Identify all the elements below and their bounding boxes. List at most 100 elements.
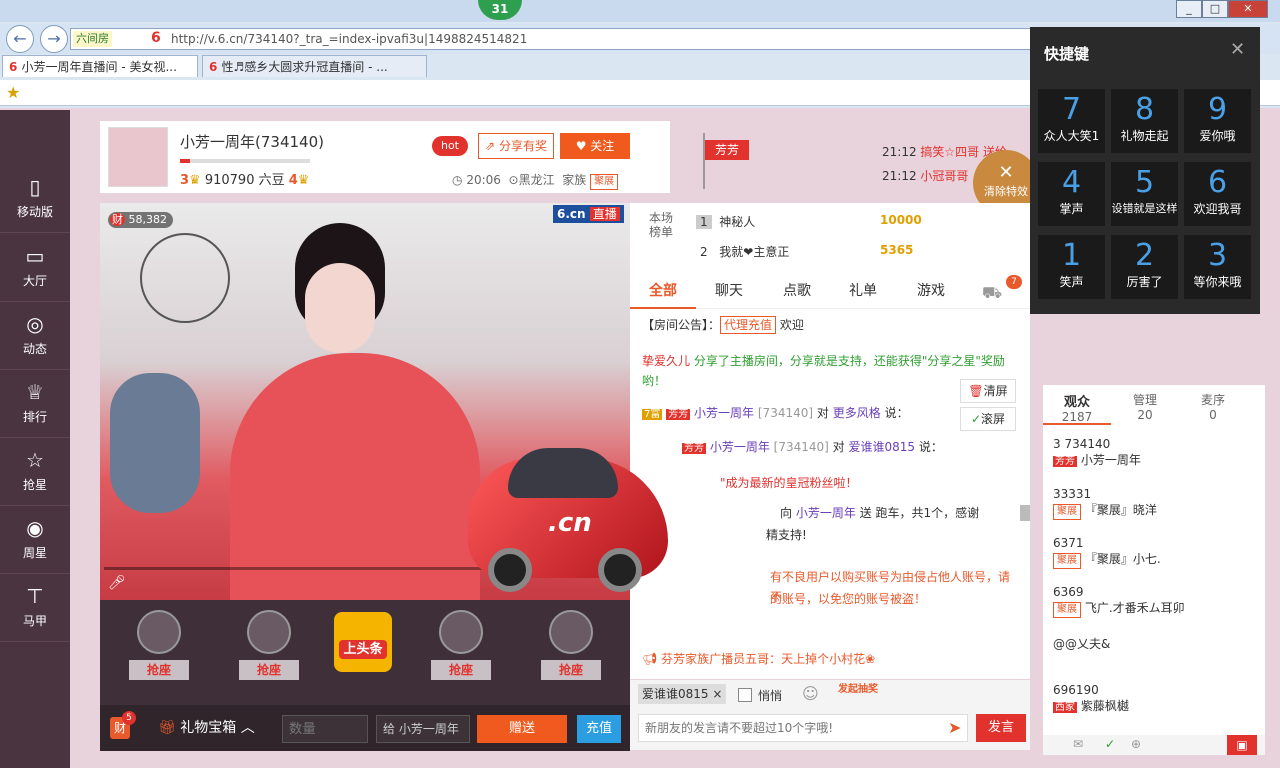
chat-area: 【房间公告】： 代理充值 欢迎 挚爱久儿 分享了主播房间，分享就是支持，还能获得"… bbox=[630, 309, 1030, 679]
hot-badge: hot bbox=[432, 136, 468, 156]
share-icon: ⇗ bbox=[485, 139, 496, 153]
back-button[interactable]: ← bbox=[6, 25, 34, 53]
clear-chat-button[interactable]: 🗑︎清屏 bbox=[960, 379, 1016, 403]
audience-item[interactable]: @@乂夫& bbox=[1053, 635, 1253, 652]
zoom-icon[interactable]: ⊕ bbox=[1131, 737, 1141, 751]
rank-label[interactable]: 本场榜单 bbox=[646, 211, 676, 239]
check-icon[interactable]: ✓ bbox=[1105, 737, 1115, 751]
audience-item[interactable]: 33331 聚展 『聚展』晓洋 bbox=[1053, 487, 1253, 520]
shortcut-1[interactable]: 1 笑声 bbox=[1038, 235, 1105, 299]
recharge-button[interactable]: 充值 bbox=[577, 715, 621, 743]
room-tag: 六间房 bbox=[73, 31, 112, 47]
shortcut-8[interactable]: 8 礼物走起 bbox=[1111, 89, 1178, 153]
tab-mic-queue[interactable]: 麦序 0 bbox=[1179, 385, 1247, 425]
tv-icon: ▭ bbox=[25, 244, 45, 268]
rich-level: 4 bbox=[288, 173, 298, 188]
nav-ranking[interactable]: ♕ 排行 bbox=[0, 370, 70, 438]
tab-gifts[interactable]: 礼单 bbox=[830, 273, 896, 309]
car-icon[interactable]: ⛟ bbox=[982, 283, 1002, 304]
host-avatar[interactable] bbox=[108, 127, 168, 187]
audience-item[interactable]: 6371 聚展 『聚展』小七. bbox=[1053, 536, 1253, 569]
url-box[interactable]: 六间房 6 http://v.6.cn/734140?_tra_=index-i… bbox=[70, 28, 1180, 50]
send-message-button[interactable]: 发言 bbox=[976, 714, 1026, 742]
url-text[interactable]: http://v.6.cn/734140?_tra_=index-ipvafi3… bbox=[171, 32, 527, 46]
shortcut-popup: 快捷键 ✕ 7 众人大笑1 8 礼物走起 9 爱你哦 4 掌声 5 设错就是这样 6 欢迎我… bbox=[1030, 27, 1260, 314]
tab-audience[interactable]: 观众 2187 bbox=[1043, 385, 1111, 425]
gift-box-button[interactable]: 🎁︎ 礼物宝箱 ︿ bbox=[158, 717, 255, 737]
seat-2[interactable]: 抢座 bbox=[234, 610, 304, 690]
private-checkbox[interactable] bbox=[738, 688, 752, 702]
nav-hall[interactable]: ▭ 大厅 bbox=[0, 234, 70, 302]
close-icon[interactable]: ✕ bbox=[1230, 39, 1245, 60]
rank-2-amount: 5365 bbox=[880, 243, 914, 257]
forward-button[interactable]: → bbox=[40, 25, 68, 53]
host-face bbox=[305, 263, 375, 353]
chat-input[interactable] bbox=[638, 714, 968, 742]
nav-activity[interactable]: ◎ 动态 bbox=[0, 302, 70, 370]
chat-bubble-icon[interactable]: ▣ bbox=[1227, 735, 1257, 755]
tab-chat[interactable]: 聊天 bbox=[696, 273, 762, 309]
shortcut-3[interactable]: 3 等你来哦 bbox=[1184, 235, 1251, 299]
site-logo-icon: 6 bbox=[151, 30, 161, 46]
close-icon[interactable]: × bbox=[712, 687, 722, 701]
recipient-select[interactable]: 给 小芳一周年 bbox=[376, 715, 470, 743]
shortcut-7[interactable]: 7 众人大笑1 bbox=[1038, 89, 1105, 153]
paper-plane-icon[interactable]: ➤ bbox=[948, 718, 961, 737]
seat-3[interactable]: 抢座 bbox=[426, 610, 496, 690]
audience-panel: 观众 2187 管理 20 麦序 0 3 734140 芳芳 小芳一周年 33331 聚展… bbox=[1043, 385, 1265, 755]
share-user[interactable]: 挚爱久儿 bbox=[642, 354, 690, 368]
trophy-icon: ◉ bbox=[26, 516, 44, 540]
shortcut-6[interactable]: 6 欢迎我哥 bbox=[1184, 162, 1251, 226]
quantity-input[interactable] bbox=[282, 715, 368, 743]
tab-1[interactable]: 6 小芳一周年直播间 - 美女视... bbox=[2, 55, 198, 77]
shortcut-9[interactable]: 9 爱你哦 bbox=[1184, 89, 1251, 153]
clock-icon: ◷ bbox=[452, 173, 463, 187]
follow-button[interactable]: ♥ 关注 bbox=[560, 133, 630, 159]
tab-songs[interactable]: 点歌 bbox=[764, 273, 830, 309]
tab-games[interactable]: 游戏 bbox=[898, 273, 964, 309]
minimize-button[interactable]: _ bbox=[1176, 0, 1202, 18]
rank-panel: 本场榜单 1 神秘人 10000 2 我就❤主意正 5365 bbox=[630, 203, 1030, 273]
nav-vest[interactable]: ⊤ 马甲 bbox=[0, 574, 70, 642]
headline-button[interactable]: 上头条 bbox=[334, 612, 392, 672]
tab-all[interactable]: 全部 bbox=[630, 273, 696, 309]
notice-tag[interactable]: 代理充值 bbox=[720, 316, 777, 334]
mail-icon[interactable]: ✉ bbox=[1073, 737, 1083, 751]
check-icon: ✓ bbox=[970, 412, 982, 426]
room-header: 小芳一周年(734140) 3♛ 910790 六豆 4♛ hot ⇗ 分享有奖… bbox=[100, 121, 670, 193]
share-button[interactable]: ⇗ 分享有奖 bbox=[478, 133, 554, 159]
shirt-icon: ⊤ bbox=[26, 584, 44, 608]
nav-mobile[interactable]: ▯ 移动版 bbox=[0, 165, 70, 233]
shortcut-5[interactable]: 5 设错就是这样 bbox=[1111, 162, 1178, 226]
sports-car-animation: .cn bbox=[448, 418, 668, 608]
shortcut-4[interactable]: 4 掌声 bbox=[1038, 162, 1105, 226]
rank-1-name[interactable]: 神秘人 bbox=[719, 215, 755, 229]
scroll-chat-button[interactable]: ✓滚屏 bbox=[960, 407, 1016, 431]
mic-icon[interactable]: 🎤︎ bbox=[108, 575, 126, 591]
audience-item[interactable]: 696190 西家 紫藤枫樾 bbox=[1053, 683, 1253, 714]
seat-4[interactable]: 抢座 bbox=[536, 610, 606, 690]
tab-managers[interactable]: 管理 20 bbox=[1111, 385, 1179, 425]
microphone-decoration bbox=[110, 373, 200, 513]
bottom-toolbar: ✉ ✓ ⊕ ▣ bbox=[1043, 735, 1265, 755]
chat-scrollbar[interactable] bbox=[1020, 505, 1030, 521]
seat-bar: 抢座 抢座 上头条 抢座 抢座 bbox=[100, 600, 630, 705]
maximize-button[interactable]: □ bbox=[1202, 0, 1228, 18]
tab-2[interactable]: 6 性♬感乡大圆求升冠直播间 - ... bbox=[202, 55, 427, 77]
rank-2-name[interactable]: 我就❤主意正 bbox=[719, 245, 789, 259]
family-tag[interactable]: 聚展 bbox=[590, 174, 619, 190]
crown-icon: ♛ bbox=[297, 173, 310, 188]
close-window-button[interactable]: ✕ bbox=[1228, 0, 1268, 18]
lottery-button[interactable]: 发起抽奖 bbox=[838, 684, 888, 695]
nav-grab-star[interactable]: ☆ 抢星 bbox=[0, 438, 70, 506]
emoji-icon[interactable]: ☺ bbox=[802, 684, 819, 703]
shortcut-2[interactable]: 2 厉害了 bbox=[1111, 235, 1178, 299]
audience-item[interactable]: 3 734140 芳芳 小芳一周年 bbox=[1053, 437, 1253, 468]
send-gift-button[interactable]: 赠送 bbox=[477, 715, 567, 743]
chat-target[interactable]: 爱谁谁0815 × bbox=[638, 684, 727, 704]
title-bar bbox=[0, 0, 1280, 22]
seat-1[interactable]: 抢座 bbox=[124, 610, 194, 690]
audience-item[interactable]: 6369 聚展 飞广.才番禾ム耳卯 bbox=[1053, 585, 1253, 618]
nav-weekly-star[interactable]: ◉ 周星 bbox=[0, 506, 70, 574]
favorites-star-icon[interactable]: ★ bbox=[6, 83, 20, 102]
